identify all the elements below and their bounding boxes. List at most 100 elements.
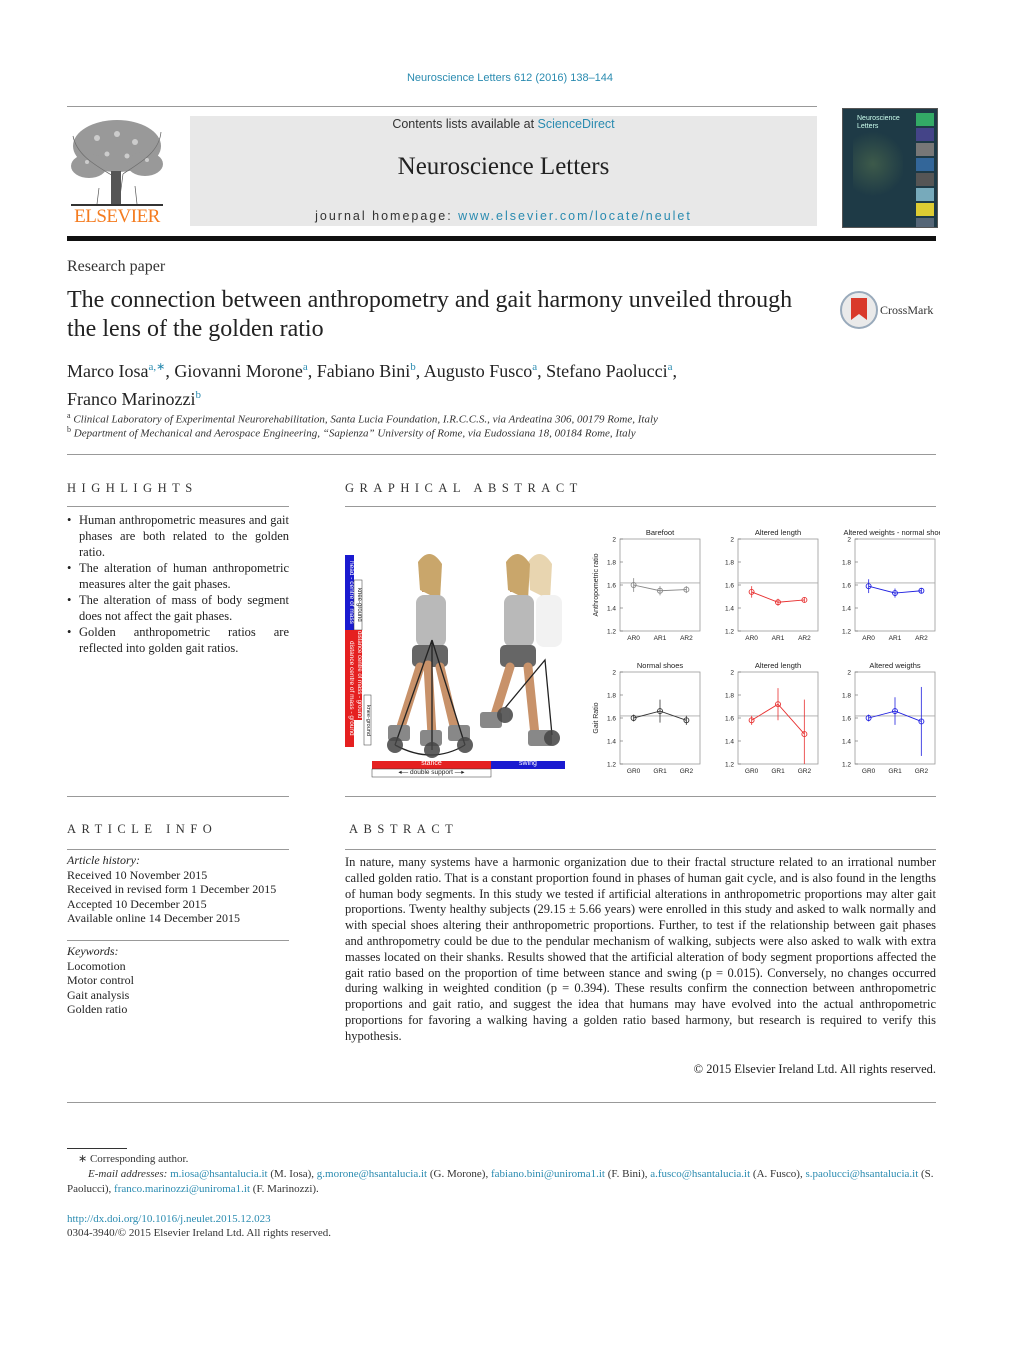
article-info-rule (67, 849, 289, 850)
author-affiliation-mark[interactable]: b (195, 389, 201, 401)
article-info-heading: ARTICLE INFO (67, 822, 218, 836)
keywords-label: Keywords: (67, 944, 119, 958)
x-tick-label: AR2 (915, 635, 928, 642)
y-tick-label: 1.6 (725, 583, 734, 590)
y-tick-label: 2 (612, 537, 616, 544)
email-link[interactable]: a.fusco@hsantalucia.it (650, 1168, 750, 1180)
doi-link[interactable]: http://dx.doi.org/10.1016/j.neulet.2015.… (67, 1213, 271, 1225)
chart-title: Normal shoes (637, 661, 684, 670)
email-link[interactable]: fabiano.bini@uniroma1.it (491, 1168, 605, 1180)
y-tick-label: 1.8 (842, 693, 851, 700)
y-tick-label: 1.6 (607, 583, 616, 590)
x-tick-label: GR0 (862, 768, 876, 775)
y-tick-label: 1.2 (607, 629, 616, 636)
abstract-rule (345, 849, 936, 850)
keywords-rule (67, 940, 289, 941)
y-tick-label: 1.4 (725, 606, 734, 613)
y-tick-label: 1.2 (607, 762, 616, 769)
email-link[interactable]: g.morone@hsantalucia.it (317, 1168, 427, 1180)
chart-panel: Altered weigths 1.2 1.4 1.6 1.8 2 GR0 GR1 GR2 (842, 661, 936, 775)
sciencedirect-link[interactable]: ScienceDirect (538, 117, 615, 131)
header-rule (67, 106, 817, 107)
x-tick-label: GR2 (915, 768, 929, 775)
author-name[interactable]: Augusto Fusco (424, 361, 533, 381)
x-tick-label: AR2 (680, 635, 693, 642)
journal-reference[interactable]: Neuroscience Letters 612 (2016) 138–144 (0, 72, 1020, 84)
journal-cover-thumbnail[interactable]: Neuroscience Letters (842, 108, 938, 228)
label-stance: stance (421, 760, 442, 767)
y-tick-label: 1.6 (725, 716, 734, 723)
abstract-heading: ABSTRACT (349, 822, 459, 836)
keyword-item: Golden ratio (67, 1002, 128, 1016)
highlights-list: Human anthropometric measures and gait p… (67, 512, 289, 656)
y-tick-label: 1.6 (842, 716, 851, 723)
crossmark-label: CrossMark (880, 303, 934, 317)
y-tick-label: 1.4 (725, 739, 734, 746)
author-affiliation-mark[interactable]: b (410, 361, 416, 373)
x-tick-label: GR1 (771, 768, 785, 775)
publisher-wordmark: ELSEVIER (74, 206, 160, 227)
y-axis-label: Gait Ratio (593, 702, 600, 733)
crossmark-icon (840, 291, 878, 329)
email-link[interactable]: m.iosa@hsantalucia.it (170, 1168, 268, 1180)
email-owner: (A. Fusco), (750, 1168, 803, 1180)
author-name[interactable]: Stefano Paolucci (546, 361, 667, 381)
walking-figures-illustration (345, 553, 565, 778)
author-affiliation-mark[interactable]: a (532, 361, 537, 373)
author-affiliation-mark[interactable]: a (668, 361, 673, 373)
author-name[interactable]: Giovanni Morone (174, 361, 302, 381)
author-name[interactable]: Franco Marinozzi (67, 389, 195, 409)
chart-panel: Altered length 1.2 1.4 1.6 1.8 2 GR0 GR1 GR2 (725, 661, 819, 775)
contents-line: Contents lists available at ScienceDirec… (392, 117, 615, 131)
x-tick-label: AR1 (654, 635, 667, 642)
article-title: The connection between anthropometry and… (67, 287, 793, 342)
x-tick-label: GR1 (653, 768, 667, 775)
left-column-rule (67, 796, 289, 797)
highlights-rule (67, 506, 289, 507)
abstract-copyright: © 2015 Elsevier Ireland Ltd. All rights … (693, 1062, 936, 1076)
graphical-abstract-bottom-rule (345, 796, 936, 797)
chart-title: Barefoot (646, 528, 675, 537)
y-tick-label: 1.4 (842, 606, 851, 613)
email-owner: (G. Morone), (427, 1168, 489, 1180)
keyword-item: Locomotion (67, 958, 126, 973)
chart-title: Altered length (755, 528, 801, 537)
email-link[interactable]: franco.marinozzi@uniroma1.it (114, 1183, 250, 1195)
history-accepted: Accepted 10 December 2015 (67, 896, 207, 911)
author-name[interactable]: Marco Iosa (67, 361, 148, 381)
plot-frame (737, 538, 819, 632)
plot-frame (619, 538, 701, 632)
author-affiliation-mark[interactable]: a (303, 361, 308, 373)
journal-homepage-line: journal homepage: www.elsevier.com/locat… (315, 209, 692, 223)
article-type: Research paper (67, 258, 166, 275)
graphical-abstract-rule (345, 506, 936, 507)
x-tick-label: AR2 (798, 635, 811, 642)
crossmark-badge[interactable]: CrossMark (840, 290, 940, 330)
plot-frame (854, 538, 936, 632)
y-tick-label: 1.6 (842, 583, 851, 590)
y-tick-label: 1.2 (842, 762, 851, 769)
label-swing: swing (519, 760, 537, 767)
y-tick-label: 1.4 (607, 739, 616, 746)
y-tick-label: 2 (612, 670, 616, 677)
y-tick-label: 2 (847, 537, 851, 544)
author-name[interactable]: Fabiano Bini (317, 361, 411, 381)
history-received: Received 10 November 2015 (67, 867, 208, 882)
journal-homepage-link[interactable]: www.elsevier.com/locate/neulet (458, 209, 692, 223)
gait-illustration[interactable]: head - centre of mass distance centre of… (340, 540, 590, 785)
y-tick-label: 1.2 (725, 629, 734, 636)
x-tick-label: AR0 (862, 635, 875, 642)
email-link[interactable]: s.paolucci@hsantalucia.it (805, 1168, 918, 1180)
x-tick-label: AR1 (772, 635, 785, 642)
elsevier-logo[interactable]: ELSEVIER (67, 116, 167, 228)
y-tick-label: 2 (730, 537, 734, 544)
abstract-bottom-rule (67, 1102, 936, 1103)
doi-line: http://dx.doi.org/10.1016/j.neulet.2015.… (67, 1212, 947, 1227)
x-tick-label: GR2 (680, 768, 694, 775)
chart-panel: Altered weights - normal shoes 1.2 1.4 1.6 1… (842, 528, 947, 642)
author-affiliation-mark[interactable]: a,∗ (148, 361, 165, 373)
footnote-rule (67, 1148, 127, 1149)
x-tick-label: AR1 (889, 635, 902, 642)
y-tick-label: 1.8 (725, 560, 734, 567)
chart-panel: Barefoot Anthropometric ratio 1.2 1.4 1.6 1.8… (593, 528, 701, 642)
